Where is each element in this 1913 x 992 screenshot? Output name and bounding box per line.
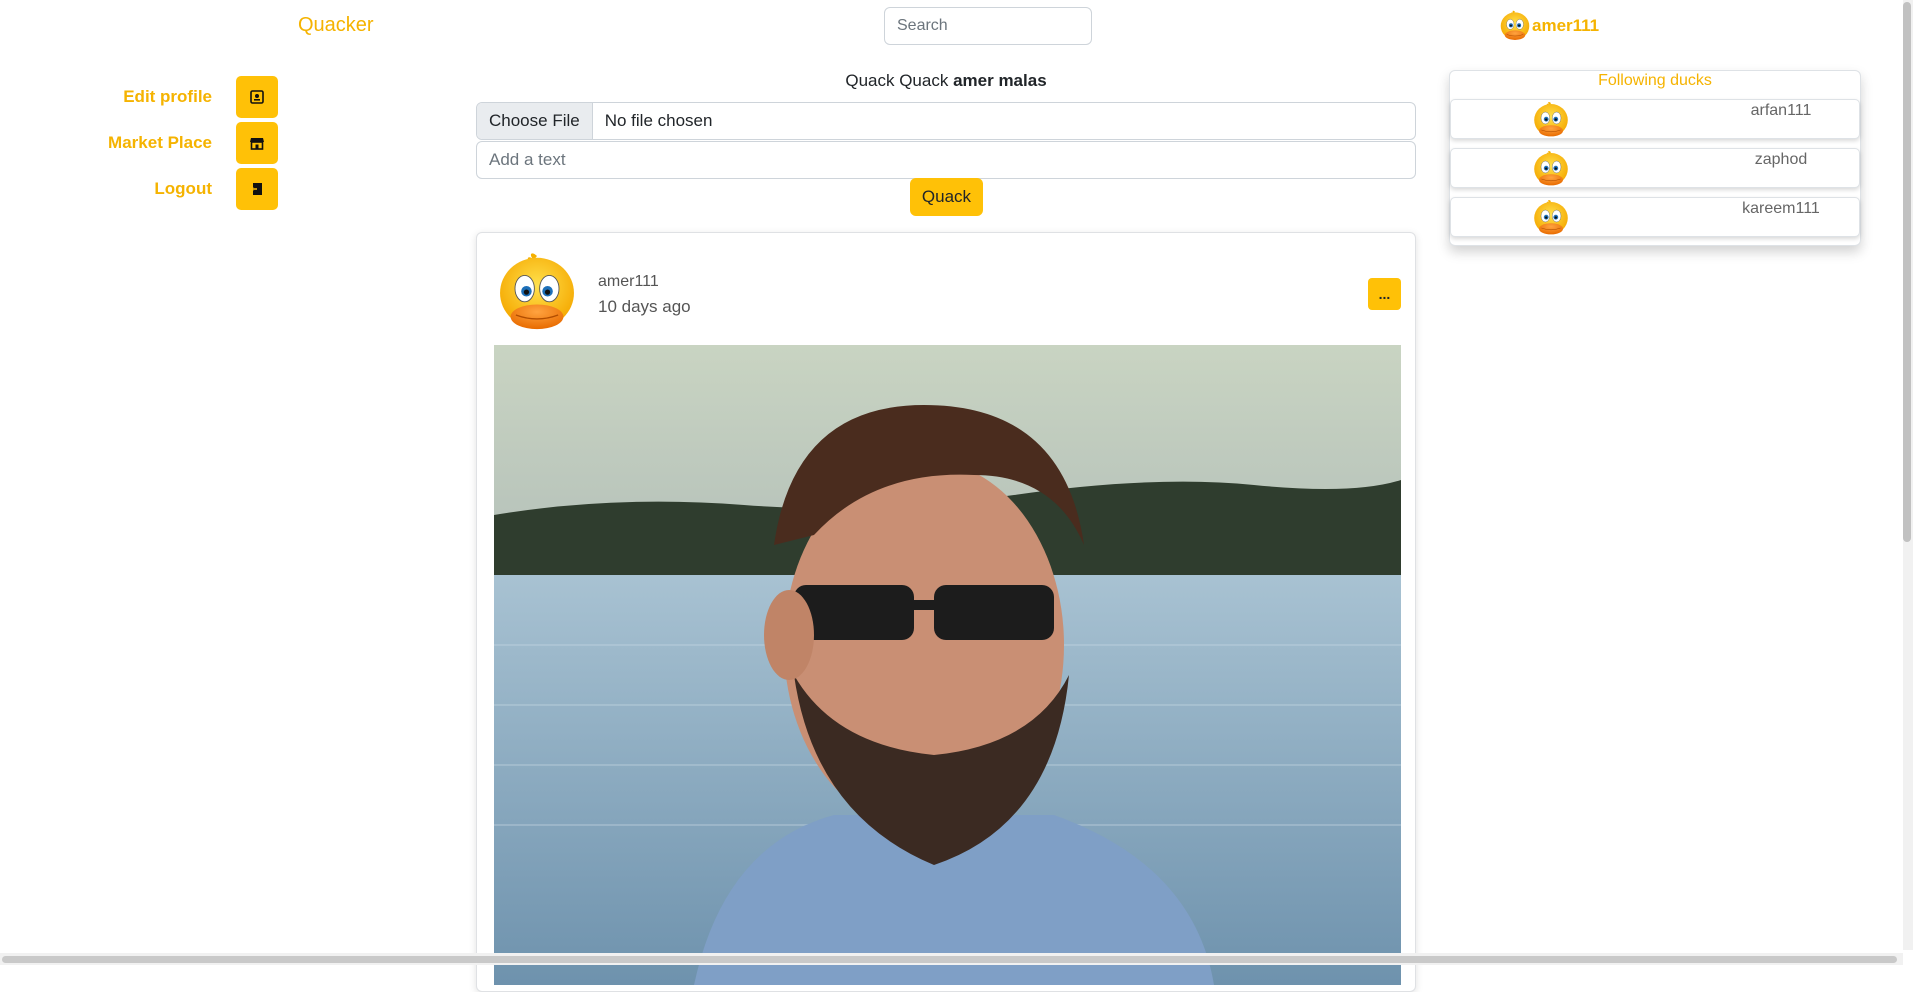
greeting-name: amer malas	[953, 71, 1047, 90]
post-username[interactable]: amer111	[598, 273, 659, 291]
following-username[interactable]: kareem111	[1701, 200, 1861, 218]
id-card-icon[interactable]	[236, 76, 278, 118]
horizontal-scrollbar[interactable]	[0, 953, 1903, 965]
sidebar-item-edit-profile[interactable]: Edit profile	[123, 76, 278, 118]
post-avatar-icon[interactable]	[493, 249, 581, 337]
duck-avatar-icon	[1531, 149, 1571, 189]
logout-icon[interactable]	[236, 168, 278, 210]
following-title: Following ducks	[1598, 72, 1712, 89]
post-image	[494, 345, 1401, 985]
following-item[interactable]: kareem111	[1450, 197, 1860, 237]
vertical-scrollbar[interactable]	[1903, 0, 1913, 950]
file-input[interactable]: Choose File No file chosen	[476, 102, 1416, 140]
sidebar-item-label: Market Place	[108, 133, 212, 152]
file-status: No file chosen	[604, 111, 713, 130]
greeting-prefix: Quack Quack	[845, 71, 949, 90]
quack-button[interactable]: Quack	[910, 178, 983, 216]
brand-link[interactable]: Quacker	[298, 14, 374, 37]
following-username[interactable]: zaphod	[1701, 151, 1861, 169]
sidebar-item-logout[interactable]: Logout	[154, 168, 278, 210]
post-timestamp: 10 days ago	[598, 297, 691, 316]
shop-icon[interactable]	[236, 122, 278, 164]
post-text-input[interactable]	[476, 141, 1416, 179]
header-username: amer111	[1532, 16, 1600, 35]
post-menu-button[interactable]: ...	[1368, 278, 1401, 310]
choose-file-button[interactable]: Choose File	[477, 103, 593, 139]
duck-avatar-icon	[1531, 198, 1571, 238]
sidebar-item-market-place[interactable]: Market Place	[108, 122, 278, 164]
following-item[interactable]: arfan111	[1450, 99, 1860, 139]
search-input[interactable]	[884, 7, 1092, 45]
following-username[interactable]: arfan111	[1701, 102, 1861, 120]
horizontal-scroll-thumb[interactable]	[2, 956, 1897, 963]
following-panel: Following ducks arfan111 zaphod kareem11…	[1449, 70, 1861, 246]
duck-avatar-icon	[1498, 9, 1532, 43]
post-card: amer111 10 days ago ...	[476, 232, 1416, 992]
duck-avatar-icon	[1531, 100, 1571, 140]
vertical-scroll-thumb[interactable]	[1903, 2, 1911, 542]
sidebar-item-label: Edit profile	[123, 87, 212, 106]
following-item[interactable]: zaphod	[1450, 148, 1860, 188]
user-profile-link[interactable]: amer111	[1498, 9, 1599, 43]
sidebar-item-label: Logout	[154, 179, 212, 198]
composer-greeting: Quack Quack amer malas	[476, 71, 1416, 91]
